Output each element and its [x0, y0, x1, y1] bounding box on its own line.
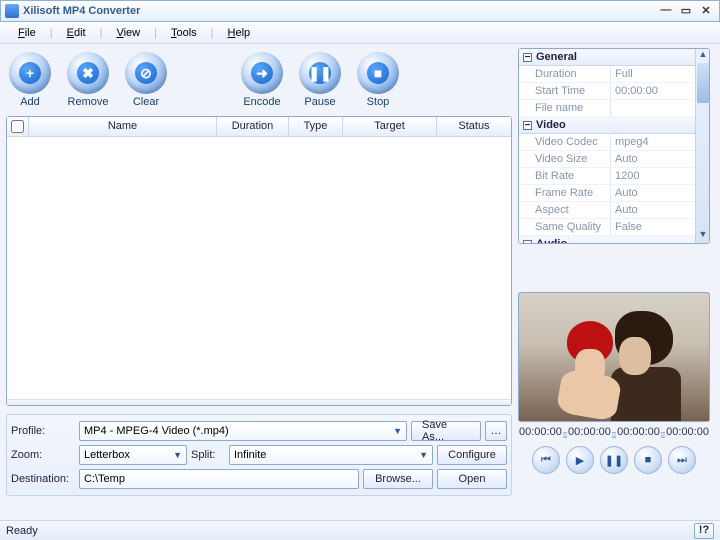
status-text: Ready — [6, 525, 38, 537]
menu-help[interactable]: Help — [218, 25, 261, 41]
player-stop-button[interactable]: ■ — [634, 446, 662, 474]
open-button[interactable]: Open — [437, 469, 507, 489]
configure-button[interactable]: Configure — [437, 445, 507, 465]
list-footer — [7, 399, 511, 405]
select-all-checkbox[interactable] — [7, 117, 29, 136]
menu-view[interactable]: View — [106, 25, 150, 41]
profile-more-button[interactable]: … — [485, 421, 507, 441]
play-button[interactable]: ▶ — [566, 446, 594, 474]
main-toolbar: +Add ✖Remove ⊘Clear ➜Encode ❚❚Pause ■Sto… — [6, 48, 512, 116]
list-body[interactable] — [7, 137, 511, 399]
properties-panel: −General DurationFull Start Time00:00:00… — [518, 48, 710, 244]
prop-video-size[interactable]: Video SizeAuto — [519, 151, 709, 168]
timeline[interactable]: 00:00:00 00:00:00 00:00:00 00:00:00 — [518, 426, 710, 440]
status-bar: Ready !? — [0, 520, 720, 540]
profile-label: Profile: — [11, 425, 75, 437]
col-target[interactable]: Target — [343, 117, 437, 136]
minimize-button[interactable]: — — [657, 4, 675, 18]
player-controls: ⏮ ▶ ❚❚ ■ ⏭ — [518, 446, 710, 474]
prop-frame-rate[interactable]: Frame RateAuto — [519, 185, 709, 202]
col-name[interactable]: Name — [29, 117, 217, 136]
split-select[interactable]: Infinite▼ — [229, 445, 433, 465]
clear-button[interactable]: ⊘Clear — [124, 52, 168, 108]
split-label: Split: — [191, 449, 225, 461]
stop-button[interactable]: ■Stop — [356, 52, 400, 108]
col-type[interactable]: Type — [289, 117, 343, 136]
menu-bar: File| Edit| View| Tools| Help — [0, 22, 720, 44]
browse-button[interactable]: Browse... — [363, 469, 433, 489]
menu-tools[interactable]: Tools — [161, 25, 207, 41]
group-audio[interactable]: −Audio — [519, 236, 709, 244]
settings-form: Profile: MP4 - MPEG-4 Video (*.mp4)▼ Sav… — [6, 414, 512, 496]
maximize-button[interactable]: ▭ — [677, 4, 695, 18]
help-button[interactable]: !? — [694, 523, 714, 539]
title-bar: Xilisoft MP4 Converter — ▭ ✕ — [0, 0, 720, 22]
prev-button[interactable]: ⏮ — [532, 446, 560, 474]
zoom-label: Zoom: — [11, 449, 75, 461]
list-header: Name Duration Type Target Status — [7, 117, 511, 137]
group-video[interactable]: −Video — [519, 117, 709, 134]
encode-button[interactable]: ➜Encode — [240, 52, 284, 108]
prop-same-quality[interactable]: Same QualityFalse — [519, 219, 709, 236]
save-as-button[interactable]: Save As... — [411, 421, 481, 441]
pause-button[interactable]: ❚❚Pause — [298, 52, 342, 108]
preview-image — [519, 293, 709, 421]
prop-video-codec[interactable]: Video Codecmpeg4 — [519, 134, 709, 151]
add-button[interactable]: +Add — [8, 52, 52, 108]
menu-file[interactable]: File — [8, 25, 46, 41]
destination-input[interactable]: C:\Temp — [79, 469, 359, 489]
next-button[interactable]: ⏭ — [668, 446, 696, 474]
zoom-select[interactable]: Letterbox▼ — [79, 445, 187, 465]
destination-label: Destination: — [11, 473, 75, 485]
remove-button[interactable]: ✖Remove — [66, 52, 110, 108]
col-duration[interactable]: Duration — [217, 117, 289, 136]
col-status[interactable]: Status — [437, 117, 511, 136]
prop-aspect[interactable]: AspectAuto — [519, 202, 709, 219]
profile-select[interactable]: MP4 - MPEG-4 Video (*.mp4)▼ — [79, 421, 407, 441]
group-general[interactable]: −General — [519, 49, 709, 66]
window-title: Xilisoft MP4 Converter — [23, 5, 655, 17]
app-logo-icon — [5, 4, 19, 18]
prop-bit-rate[interactable]: Bit Rate1200 — [519, 168, 709, 185]
file-list: Name Duration Type Target Status — [6, 116, 512, 406]
close-button[interactable]: ✕ — [697, 4, 715, 18]
prop-duration[interactable]: DurationFull — [519, 66, 709, 83]
player-pause-button[interactable]: ❚❚ — [600, 446, 628, 474]
prop-start-time[interactable]: Start Time00:00:00 — [519, 83, 709, 100]
prop-filename[interactable]: File name — [519, 100, 709, 117]
preview-pane — [518, 292, 710, 422]
properties-scrollbar[interactable]: ▲▼ — [695, 49, 709, 243]
menu-edit[interactable]: Edit — [57, 25, 96, 41]
